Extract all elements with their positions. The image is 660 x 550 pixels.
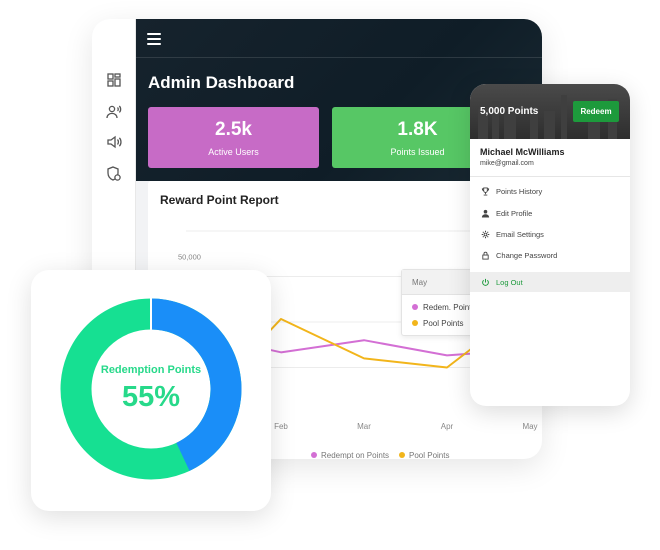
x-tick-label: Mar (357, 422, 371, 431)
donut-label: Redemption Points (100, 364, 202, 376)
legend-marker (311, 452, 317, 458)
user-name: Michael McWilliams (480, 147, 565, 157)
menu-item-label: Change Password (496, 250, 558, 260)
skyline-building (544, 111, 555, 139)
speaker-icon[interactable] (105, 133, 123, 151)
menu-item-points-history[interactable]: Points History (470, 181, 630, 201)
shield-settings-icon[interactable] (105, 165, 123, 183)
hamburger-menu-icon[interactable] (147, 33, 161, 45)
menu-item-label: Points History (496, 186, 543, 196)
users-broadcast-icon[interactable] (105, 103, 123, 121)
tooltip-header: May (402, 270, 480, 295)
tooltip-row-label: Pool Points (423, 319, 464, 328)
gear-icon (480, 229, 490, 239)
menu-item-log-out[interactable]: Log Out (470, 272, 630, 292)
tooltip-row-redemption: Redem. Points (412, 303, 475, 312)
menu-item-label: Email Settings (496, 229, 544, 239)
power-icon (480, 277, 490, 287)
menu-item-label: Log Out (496, 277, 523, 287)
menu-item-change-password[interactable]: Change Password (470, 245, 630, 265)
mobile-profile-panel: 5,000 Points Redeem Michael McWilliams m… (470, 84, 630, 406)
profile-divider (470, 176, 630, 177)
profile-header: 5,000 Points Redeem (470, 84, 630, 139)
page: Admin Dashboard 2.5k Active Users 1.8K P… (0, 0, 660, 550)
redemption-points-card: Redemption Points 55% (31, 270, 271, 511)
header-divider (136, 57, 542, 58)
redeem-button[interactable]: Redeem (573, 101, 619, 122)
points-balance: 5,000 Points (480, 106, 539, 117)
x-tick-label: Feb (274, 422, 288, 431)
skyline-building (561, 95, 567, 139)
lock-icon (480, 250, 490, 260)
menu-item-email-settings[interactable]: Email Settings (470, 224, 630, 244)
y-tick-label: 50,000 (178, 252, 201, 261)
legend-dot-pool (412, 320, 418, 326)
chart-tooltip: May Redem. Points Pool Points (401, 269, 481, 336)
stat-card-active-users[interactable]: 2.5k Active Users (148, 107, 319, 168)
x-tick-label: May (522, 422, 537, 431)
legend-label: Pool Points (409, 451, 449, 459)
menu-item-label: Edit Profile (496, 208, 533, 218)
legend-label: Redempt on Points (321, 451, 389, 459)
menu-item-edit-profile[interactable]: Edit Profile (470, 203, 630, 223)
page-title: Admin Dashboard (148, 73, 295, 92)
legend-dot-redemption (412, 304, 418, 310)
stat-label: Active Users (208, 147, 259, 157)
tooltip-row-pool: Pool Points (412, 319, 463, 328)
tooltip-row-label: Redem. Points (423, 303, 476, 312)
trophy-icon (480, 186, 490, 196)
user-email: mike@gmail.com (480, 160, 534, 167)
tooltip-title: May (412, 278, 428, 287)
user-icon (480, 208, 490, 218)
legend-marker (399, 452, 405, 458)
x-tick-label: Apr (441, 422, 454, 431)
stat-value: 2.5k (215, 119, 252, 140)
dashboard-grid-icon[interactable] (105, 71, 123, 89)
donut-value: 55% (121, 381, 181, 413)
